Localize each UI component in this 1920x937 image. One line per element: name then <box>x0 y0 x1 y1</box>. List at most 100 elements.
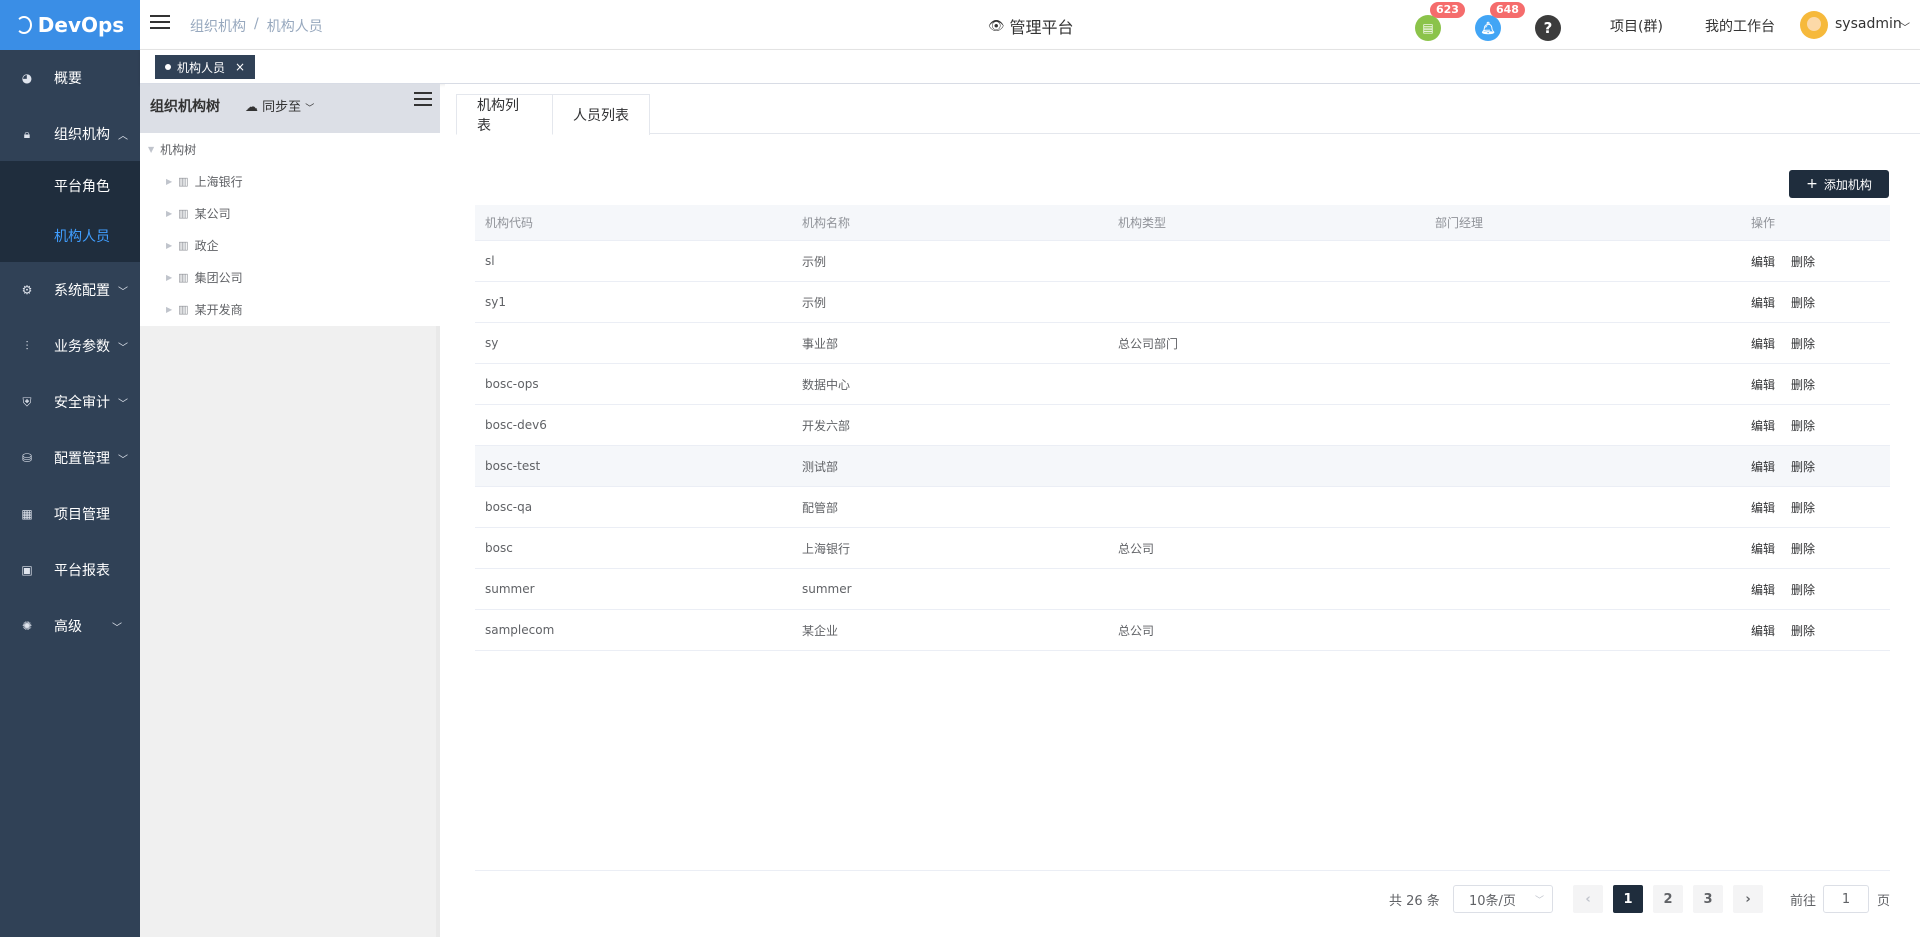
tree-node[interactable]: ▶ ▥ 政企 <box>166 237 219 254</box>
organization-submenu: 平台角色 机构人员 <box>0 161 140 262</box>
delete-button[interactable]: 删除 <box>1791 335 1815 352</box>
monitor-icon: ▣ <box>21 563 33 577</box>
org-type-cell: 总公司 <box>1118 541 1155 556</box>
actions-cell: 编辑 删除 <box>1741 622 1890 639</box>
chevron-up-icon: ︿ <box>118 130 128 142</box>
eye-icon: 👁︎ <box>988 18 1005 34</box>
edit-button[interactable]: 编辑 <box>1751 253 1775 270</box>
help-icon-glyph: ? <box>1543 19 1553 37</box>
pagination-total: 共 26 条 <box>1389 894 1440 909</box>
sidebar-item-security-audit[interactable]: ⛨ 安全审计 ﹀ <box>0 374 140 430</box>
org-code-cell: sy <box>485 336 499 350</box>
actions-cell: 编辑 删除 <box>1741 335 1890 352</box>
delete-button[interactable]: 删除 <box>1791 376 1815 393</box>
sidebar-item-overview[interactable]: ◕ 概要 <box>0 50 140 106</box>
my-workspace-link[interactable]: 我的工作台 <box>1705 16 1775 36</box>
tree-node[interactable]: ▶ ▥ 某开发商 <box>166 301 243 318</box>
building-icon: ▥ <box>178 207 189 220</box>
next-page-button[interactable]: › <box>1733 885 1763 913</box>
menu-toggle-icon[interactable] <box>150 15 170 31</box>
page-size-select[interactable]: 10条/页 ﹀ <box>1453 885 1553 913</box>
sidebar-subitem-platform-roles[interactable]: 平台角色 <box>0 161 140 211</box>
edit-button[interactable]: 编辑 <box>1751 458 1775 475</box>
delete-button[interactable]: 删除 <box>1791 253 1815 270</box>
sidebar-item-organization[interactable]: 🔒︎ 组织机构 ︿ <box>0 106 140 162</box>
tree-node-label: 机构树 <box>160 143 197 157</box>
sidebar-item-config-management[interactable]: ⛁ 配置管理 ﹀ <box>0 430 140 486</box>
caret-down-icon[interactable]: ▼ <box>148 145 154 154</box>
chevron-down-icon: ﹀ <box>118 398 128 410</box>
delete-button[interactable]: 删除 <box>1791 581 1815 598</box>
caret-right-icon[interactable]: ▶ <box>166 241 172 250</box>
table-row: bosc-test 测试部 编辑 删除 <box>475 446 1890 487</box>
tag-active[interactable]: 机构人员 × <box>155 55 256 79</box>
edit-button[interactable]: 编辑 <box>1751 622 1775 639</box>
sliders-icon: ⫶ <box>25 338 29 353</box>
sidebar-item-business-params[interactable]: ⫶ 业务参数 ﹀ <box>0 318 140 374</box>
caret-right-icon[interactable]: ▶ <box>166 177 172 186</box>
help-icon[interactable]: ? <box>1535 15 1561 41</box>
tab-personnel-list[interactable]: 人员列表 <box>553 94 650 135</box>
tag-close-icon[interactable]: × <box>235 60 245 74</box>
username[interactable]: sysadmin <box>1835 16 1902 32</box>
pagination: 共 26 条 10条/页 ﹀ ‹ 1 2 3 › 前往 1 页 <box>445 884 1920 914</box>
sidebar-item-system-config[interactable]: ⚙ 系统配置 ﹀ <box>0 262 140 318</box>
page-button[interactable]: 2 <box>1653 885 1683 913</box>
sidebar-subitem-org-personnel[interactable]: 机构人员 <box>0 211 140 261</box>
database-icon: ⛁ <box>21 451 33 465</box>
bell-icon[interactable]: 🔔︎ 648 <box>1475 2 1525 41</box>
tree-node[interactable]: ▶ ▥ 上海银行 <box>166 173 243 190</box>
goto-page-input[interactable]: 1 <box>1823 885 1869 913</box>
edit-button[interactable]: 编辑 <box>1751 581 1775 598</box>
caret-right-icon[interactable]: ▶ <box>166 305 172 314</box>
chevron-down-icon[interactable]: ﹀ <box>1900 19 1910 34</box>
delete-button[interactable]: 删除 <box>1791 458 1815 475</box>
project-group-link[interactable]: 项目(群) <box>1610 16 1663 36</box>
edit-button[interactable]: 编辑 <box>1751 540 1775 557</box>
caret-right-icon[interactable]: ▶ <box>166 209 172 218</box>
tree-node[interactable]: ▶ ▥ 某公司 <box>166 205 231 222</box>
delete-button[interactable]: 删除 <box>1791 622 1815 639</box>
actions-cell: 编辑 删除 <box>1741 540 1890 557</box>
column-header: 部门经理 <box>1435 216 1484 230</box>
table-row: sl 示例 编辑 删除 <box>475 241 1890 282</box>
chevron-down-icon: ﹀ <box>305 104 315 114</box>
tree-menu-icon[interactable] <box>414 92 432 110</box>
platform-title[interactable]: 👁︎ 管理平台 <box>988 14 1074 38</box>
sidebar-item-project-management[interactable]: ▦ 项目管理 <box>0 486 140 542</box>
bell-badge: 648 <box>1490 2 1525 18</box>
edit-button[interactable]: 编辑 <box>1751 335 1775 352</box>
column-header: 操作 <box>1751 216 1776 230</box>
org-code-cell: bosc-dev6 <box>485 418 547 432</box>
edit-button[interactable]: 编辑 <box>1751 499 1775 516</box>
document-icon[interactable]: ▤ 623 <box>1415 2 1465 41</box>
sidebar-item-label: 平台报表 <box>54 563 110 579</box>
delete-button[interactable]: 删除 <box>1791 417 1815 434</box>
page-button[interactable]: 1 <box>1613 885 1643 913</box>
edit-button[interactable]: 编辑 <box>1751 376 1775 393</box>
add-org-button[interactable]: + 添加机构 <box>1789 170 1889 198</box>
prev-page-button[interactable]: ‹ <box>1573 885 1603 913</box>
delete-button[interactable]: 删除 <box>1791 499 1815 516</box>
org-code-cell: samplecom <box>485 623 555 637</box>
sync-dropdown[interactable]: ☁ 同步至 ﹀ <box>245 96 314 115</box>
edit-button[interactable]: 编辑 <box>1751 294 1775 311</box>
tree-node[interactable]: ▶ ▥ 集团公司 <box>166 269 243 286</box>
page-button[interactable]: 3 <box>1693 885 1723 913</box>
sidebar-item-platform-reports[interactable]: ▣ 平台报表 <box>0 542 140 598</box>
tree-root-node[interactable]: ▼ 机构树 <box>148 141 196 158</box>
edit-button[interactable]: 编辑 <box>1751 417 1775 434</box>
tree-node-label: 某开发商 <box>194 303 243 317</box>
tags-view-bar: 机构人员 × <box>140 50 1920 84</box>
app-logo[interactable]: DevOps <box>0 0 140 50</box>
sidebar-item-advanced[interactable]: ✺ 高级 ﹀ <box>0 598 140 654</box>
breadcrumb-item[interactable]: 组织机构 <box>190 16 246 36</box>
page-size-value: 10条/页 <box>1469 893 1516 909</box>
tab-org-list[interactable]: 机构列表 <box>456 94 553 135</box>
avatar[interactable] <box>1800 11 1828 39</box>
sidebar-item-label: 组织机构 <box>54 127 110 143</box>
delete-button[interactable]: 删除 <box>1791 540 1815 557</box>
sidebar-item-label: 业务参数 <box>54 339 110 355</box>
caret-right-icon[interactable]: ▶ <box>166 273 172 282</box>
delete-button[interactable]: 删除 <box>1791 294 1815 311</box>
